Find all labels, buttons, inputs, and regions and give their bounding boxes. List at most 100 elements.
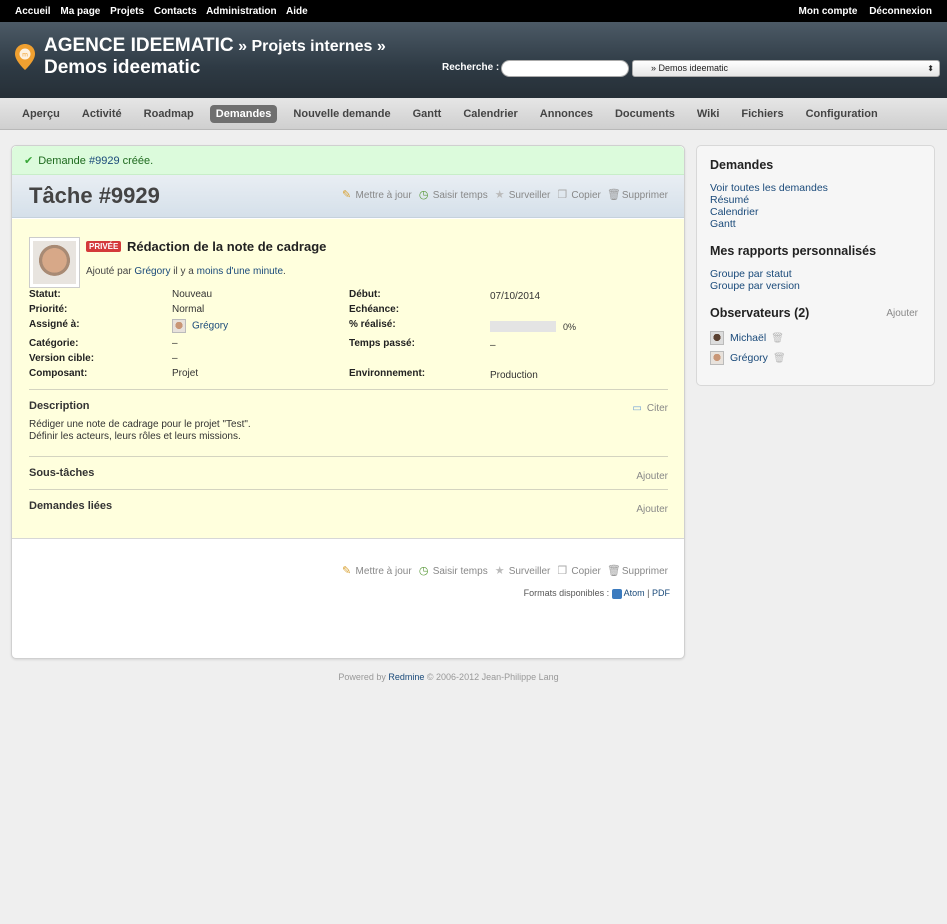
sidebar-link-group-status[interactable]: Groupe par statut	[710, 268, 921, 280]
subtasks-title: Sous-tâches	[29, 467, 95, 479]
author-avatar	[29, 237, 80, 288]
remove-watcher-icon[interactable]: 🗑	[773, 353, 786, 364]
priority-label: Priorité:	[29, 304, 68, 315]
project-jump-select[interactable]: » Demos ideematic ⬍	[632, 60, 940, 77]
category-value: –	[172, 338, 178, 349]
top-menu-logout[interactable]: Déconnexion	[869, 6, 932, 17]
copy-button[interactable]: ❐ Copier	[556, 189, 600, 201]
flash-issue-link[interactable]: #9929	[89, 155, 120, 167]
add-subtask-link[interactable]: Ajouter	[636, 471, 668, 482]
tab-overview[interactable]: Aperçu	[16, 105, 66, 123]
update-button[interactable]: ✎ Mettre à jour	[341, 189, 412, 201]
issue-subject: Rédaction de la note de cadrage	[127, 239, 327, 254]
update-label: Mettre à jour	[355, 565, 412, 577]
attr-row: Priorité: Normal Echéance:	[29, 304, 669, 319]
watch-button[interactable]: ★ Surveiller	[494, 189, 551, 201]
tab-wiki[interactable]: Wiki	[691, 105, 726, 123]
log-time-button[interactable]: ◷ Saisir temps	[418, 565, 488, 577]
top-menu-administration[interactable]: Administration	[206, 6, 277, 17]
search-label: Recherche :	[442, 62, 500, 73]
tab-files[interactable]: Fichiers	[735, 105, 789, 123]
title-sep: »	[233, 38, 252, 55]
flash-notice: ✔ Demande #9929 créée.	[12, 146, 684, 175]
done-percent: 0%	[563, 321, 577, 332]
description-title: Description	[29, 400, 90, 412]
assigned-label: Assigné à:	[29, 319, 80, 330]
log-time-button[interactable]: ◷ Saisir temps	[418, 189, 488, 201]
search-input[interactable]	[501, 60, 629, 77]
tab-calendar[interactable]: Calendrier	[457, 105, 523, 123]
copy-icon: ❐	[557, 565, 568, 577]
top-menu-my-page[interactable]: Ma page	[60, 6, 100, 17]
sidebar-link-all-issues[interactable]: Voir toutes les demandes	[710, 182, 921, 194]
tab-activity[interactable]: Activité	[76, 105, 128, 123]
tab-new-issue[interactable]: Nouvelle demande	[287, 105, 396, 123]
delete-button[interactable]: 🗑 Supprimer	[607, 189, 668, 201]
add-relation-link[interactable]: Ajouter	[636, 504, 668, 515]
version-value: –	[172, 353, 178, 364]
top-menu-my-account[interactable]: Mon compte	[799, 6, 858, 17]
pencil-icon: ✎	[341, 189, 352, 201]
watchers-title: Observateurs (2)	[710, 306, 810, 320]
assigned-value: Grégory	[172, 319, 349, 334]
tab-roadmap[interactable]: Roadmap	[138, 105, 200, 123]
attr-row: Version cible: –	[29, 353, 669, 368]
add-watcher-link[interactable]: Ajouter	[886, 308, 918, 319]
top-menu-projects[interactable]: Projets	[110, 6, 144, 17]
sidebar-link-group-version[interactable]: Groupe par version	[710, 280, 921, 292]
update-button[interactable]: ✎ Mettre à jour	[341, 565, 412, 577]
redmine-link[interactable]: Redmine	[388, 672, 424, 682]
done-label: % réalisé:	[349, 319, 396, 330]
status-value: Nouveau	[172, 289, 213, 300]
delete-button[interactable]: 🗑 Supprimer	[607, 565, 668, 577]
sidebar-link-gantt[interactable]: Gantt	[710, 218, 921, 230]
log-time-label: Saisir temps	[432, 565, 488, 577]
assignee-link[interactable]: Grégory	[192, 321, 228, 332]
empty-value	[490, 353, 640, 368]
due-label: Echéance:	[349, 304, 400, 315]
top-menu-contacts[interactable]: Contacts	[154, 6, 197, 17]
watcher-link[interactable]: Michaël	[730, 332, 766, 344]
environment-value: Production	[490, 370, 538, 381]
divider	[29, 389, 668, 390]
author-link[interactable]: Grégory	[134, 266, 170, 277]
status-label: Statut:	[29, 289, 61, 300]
quote-button[interactable]: ▭ Citer	[632, 403, 668, 414]
copy-button[interactable]: ❐ Copier	[556, 565, 600, 577]
tab-issues[interactable]: Demandes	[209, 104, 278, 123]
top-menu-right: Mon compte Déconnexion	[790, 6, 932, 17]
tab-settings[interactable]: Configuration	[800, 105, 884, 123]
top-menu-home[interactable]: Accueil	[15, 6, 51, 17]
age-link[interactable]: moins d'une minute	[197, 266, 283, 277]
pdf-link[interactable]: PDF	[652, 588, 670, 598]
watch-button[interactable]: ★ Surveiller	[494, 565, 551, 577]
tab-documents[interactable]: Documents	[609, 105, 681, 123]
footer-suffix: © 2006-2012 Jean-Philippe Lang	[424, 672, 559, 682]
title-main[interactable]: AGENCE IDEEMATIC	[44, 35, 234, 56]
attr-row: Composant: Projet Environnement: Product…	[29, 368, 669, 383]
logo-pin-icon: m	[15, 44, 35, 70]
update-label: Mettre à jour	[355, 189, 412, 201]
clock-add-icon: ◷	[418, 189, 429, 201]
sidebar-link-calendar[interactable]: Calendrier	[710, 206, 921, 218]
remove-watcher-icon[interactable]: 🗑	[771, 333, 784, 344]
pencil-icon: ✎	[341, 565, 352, 577]
empty-label	[349, 353, 490, 368]
atom-link[interactable]: Atom	[624, 588, 645, 598]
top-menu-help[interactable]: Aide	[286, 6, 308, 17]
sidebar-reports-links: Groupe par statut Groupe par version	[710, 268, 921, 292]
tab-news[interactable]: Annonces	[534, 105, 599, 123]
project-select-value: » Demos ideematic	[651, 63, 729, 73]
issue-heading: Tâche #9929	[29, 183, 160, 208]
sidebar-link-summary[interactable]: Résumé	[710, 194, 921, 206]
assignee-avatar	[172, 319, 186, 333]
delete-label: Supprimer	[621, 565, 668, 577]
tab-gantt[interactable]: Gantt	[407, 105, 448, 123]
title-parent-project[interactable]: Projets internes	[251, 38, 372, 55]
spent-value: –	[490, 340, 496, 351]
description-line: Définir les acteurs, leurs rôles et leur…	[29, 431, 241, 442]
watcher-link[interactable]: Grégory	[730, 352, 768, 364]
issue-author-line: Ajouté par Grégory il y a moins d'une mi…	[86, 266, 286, 277]
star-icon: ★	[494, 565, 505, 577]
attr-row: Statut: Nouveau Début: 07/10/2014	[29, 289, 669, 304]
